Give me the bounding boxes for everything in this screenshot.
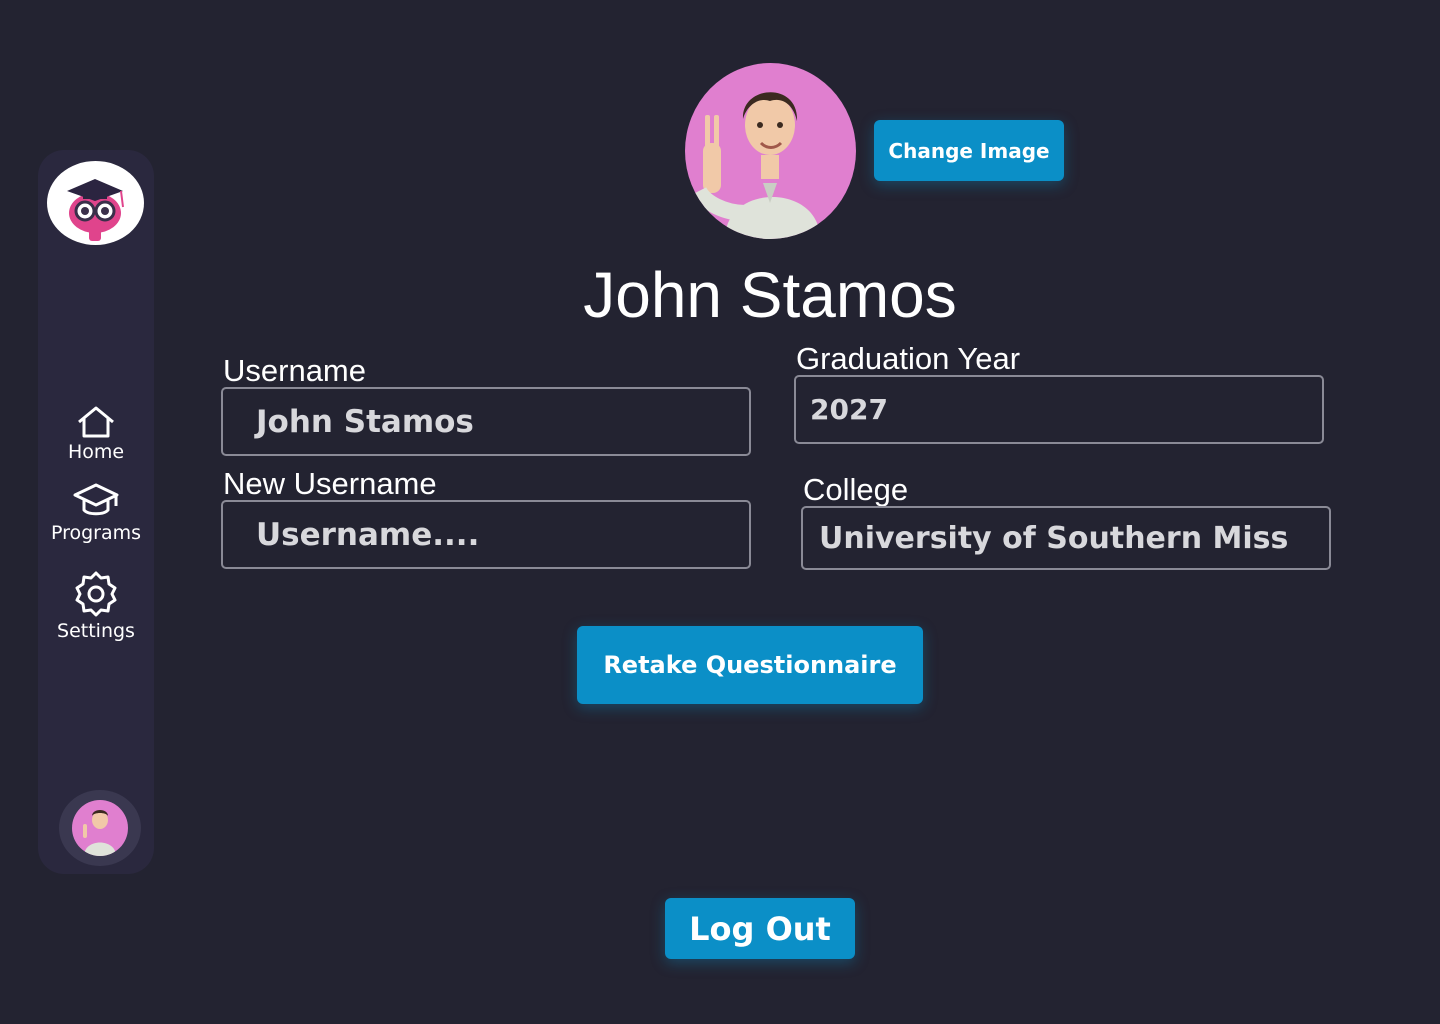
username-label: Username — [223, 353, 366, 388]
logout-button[interactable]: Log Out — [665, 898, 855, 959]
graduation-year-label: Graduation Year — [796, 341, 1021, 376]
home-icon — [78, 406, 114, 438]
sidebar-item-home[interactable]: Home — [38, 405, 154, 463]
gear-icon — [75, 571, 117, 617]
robot-mascot-icon — [67, 179, 124, 241]
username-field[interactable]: John Stamos — [221, 387, 751, 456]
change-image-button[interactable]: Change Image — [874, 120, 1064, 181]
retake-questionnaire-button[interactable]: Retake Questionnaire — [577, 626, 923, 704]
profile-portrait-icon — [691, 92, 820, 239]
sidebar-item-programs[interactable]: Programs — [38, 480, 154, 544]
graduation-year-field[interactable]: 2027 — [794, 375, 1324, 444]
profile-name: John Stamos — [583, 259, 957, 331]
profile-picture — [685, 63, 856, 239]
sidebar-item-label: Home — [67, 441, 125, 463]
user-avatar[interactable] — [59, 790, 141, 866]
sidebar-item-label: Settings — [57, 620, 135, 642]
graduation-cap-icon — [73, 483, 119, 516]
sidebar: Home Programs Settings — [38, 150, 154, 874]
avatar-portrait-icon — [83, 810, 116, 856]
college-label: College — [803, 472, 909, 507]
sidebar-item-label: Programs — [50, 522, 142, 544]
new-username-input[interactable]: Username.... — [221, 500, 751, 569]
logo[interactable] — [47, 161, 144, 245]
sidebar-item-settings[interactable]: Settings — [38, 570, 154, 642]
new-username-label: New Username — [223, 466, 437, 501]
college-field[interactable]: University of Southern Miss — [801, 506, 1331, 570]
